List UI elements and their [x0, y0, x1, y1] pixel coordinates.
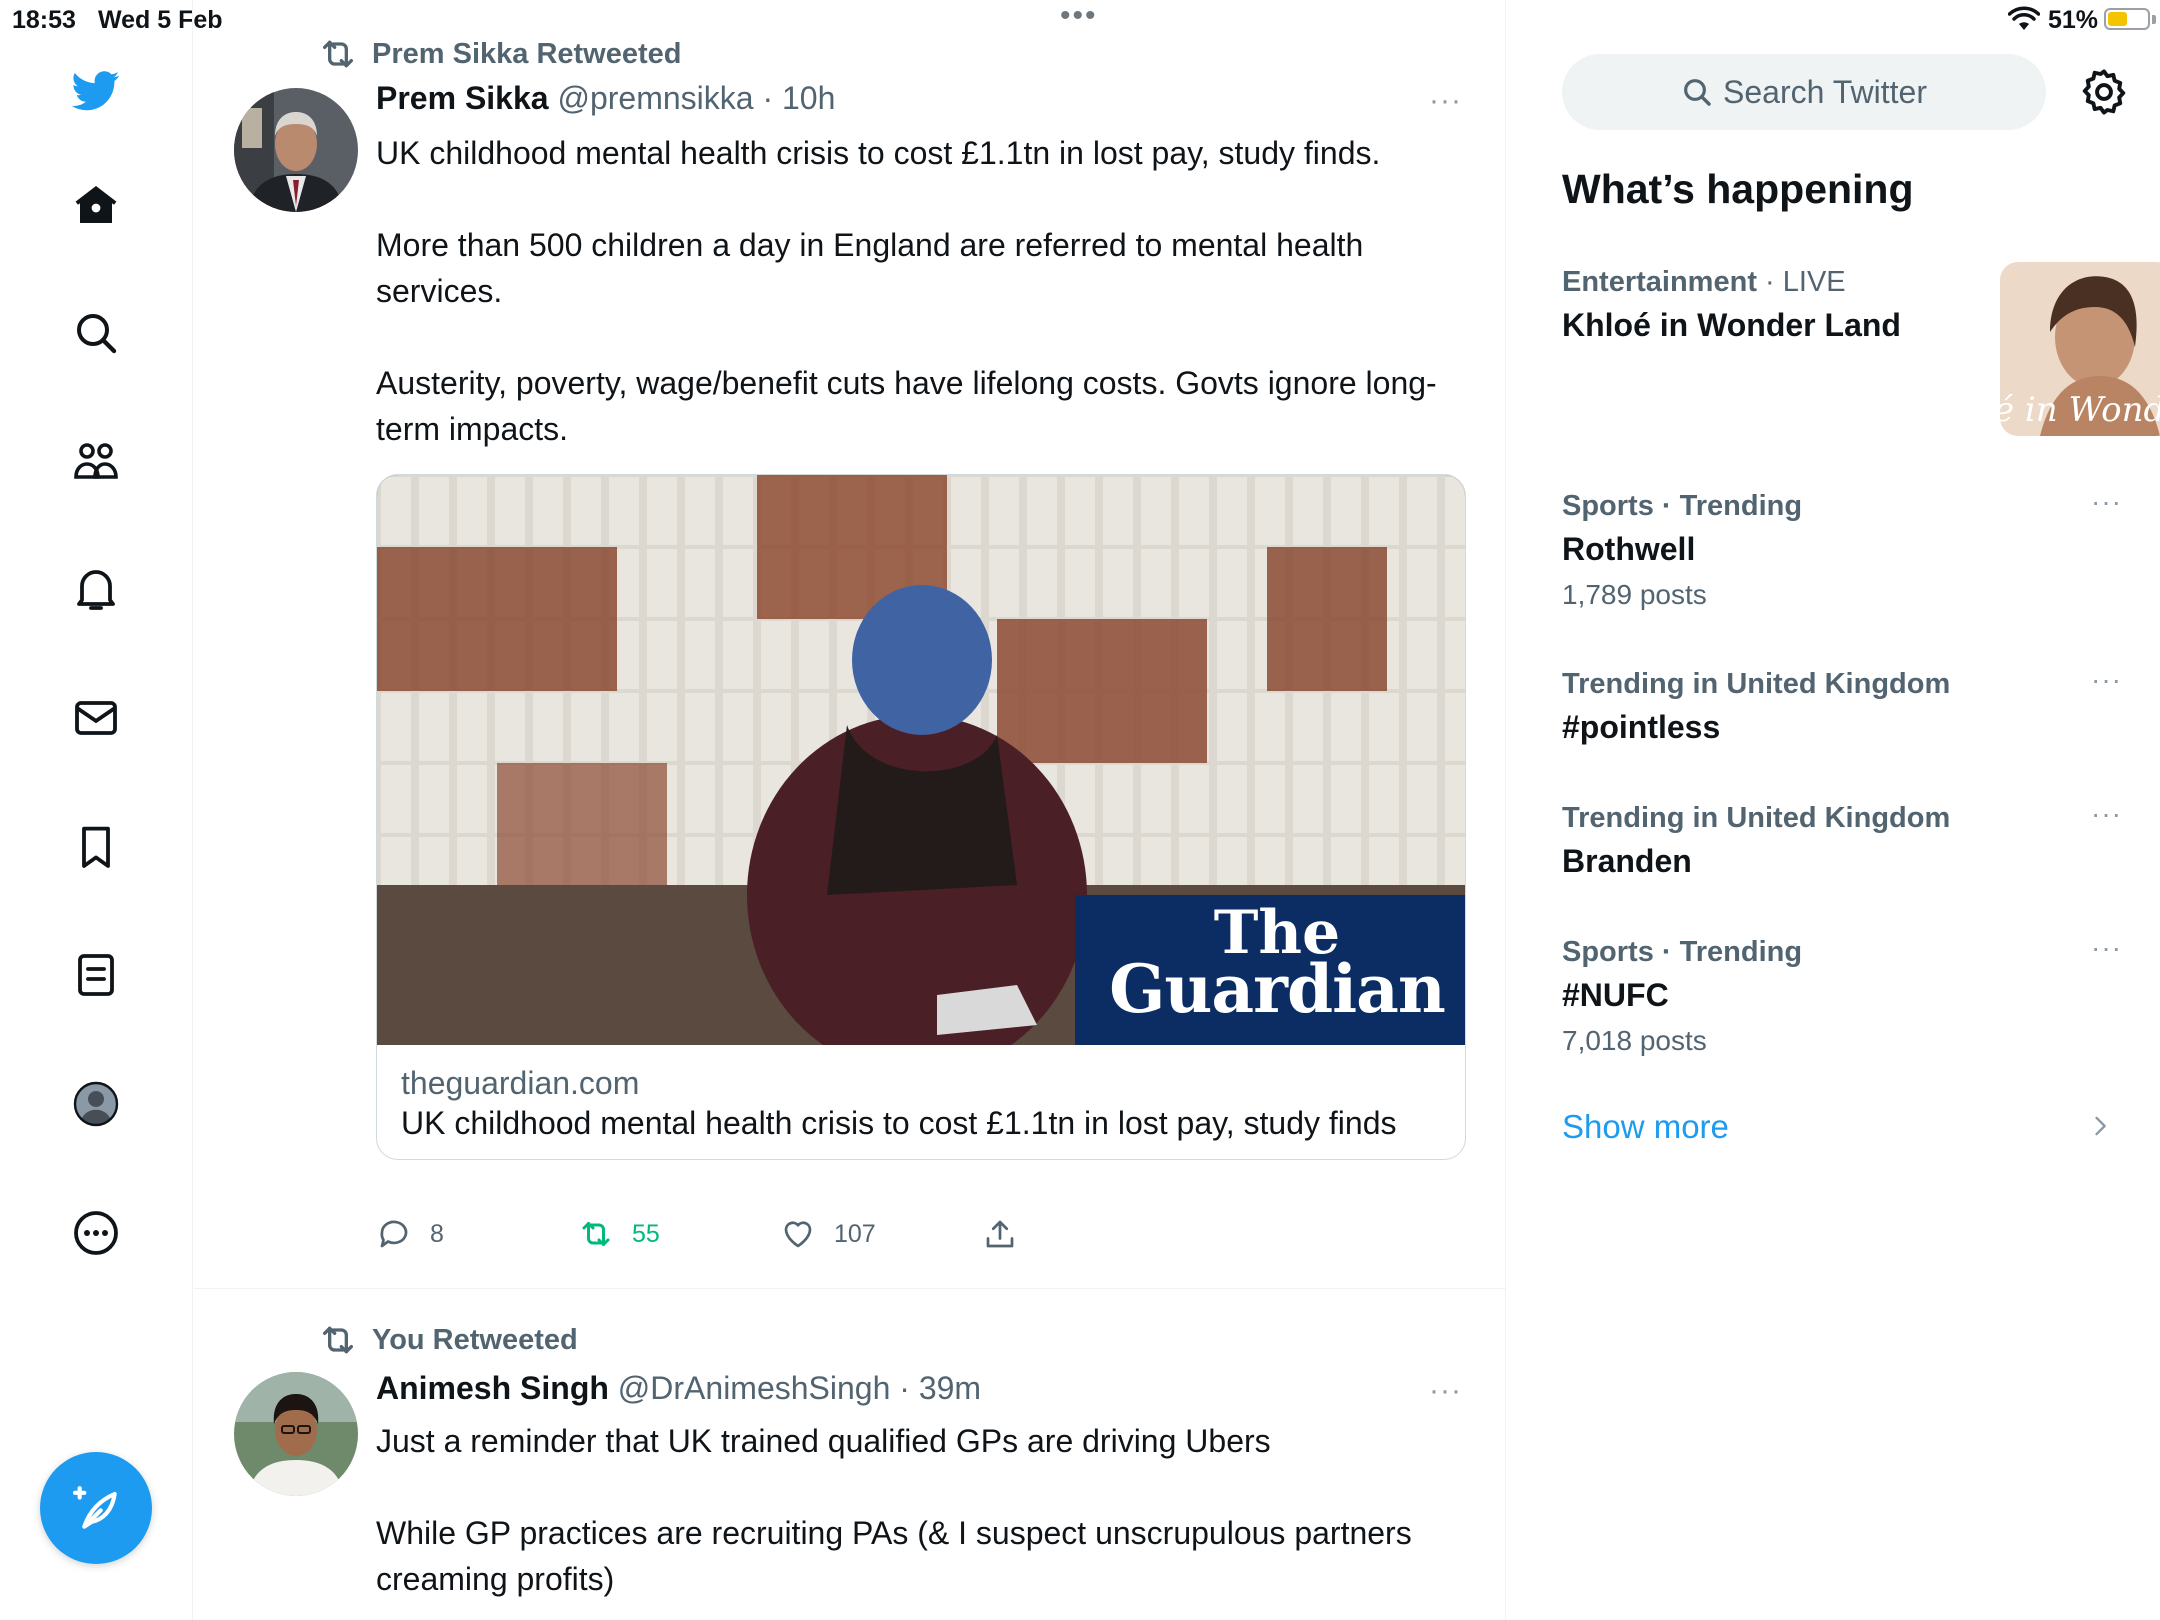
retweet-icon	[323, 1326, 353, 1354]
publisher-logo-line2: Guardian	[1109, 950, 1446, 1028]
messages-icon[interactable]	[66, 688, 126, 748]
trend-name: #pointless	[1562, 709, 1721, 745]
author-name[interactable]: Animesh Singh	[376, 1370, 609, 1406]
trend-category-label: Entertainment	[1562, 266, 1757, 298]
tweet-paragraph: While GP practices are recruiting PAs (&…	[376, 1515, 1412, 1597]
search-placeholder: Search Twitter	[1723, 73, 1927, 110]
chevron-right-icon	[2095, 1116, 2106, 1136]
tweet-actions: 8 55 107	[376, 1216, 1076, 1260]
profile-icon[interactable]	[66, 1074, 126, 1134]
show-more-link[interactable]: Show more	[1562, 1108, 1729, 1146]
communities-icon[interactable]	[66, 431, 126, 491]
trend-name: #NUFC	[1562, 977, 1669, 1013]
tweet-paragraph: Austerity, poverty, wage/benefit cuts ha…	[376, 365, 1437, 447]
more-icon[interactable]	[66, 1203, 126, 1263]
link-card-domain: theguardian.com	[401, 1065, 640, 1101]
trend-category: Trending in United Kingdom	[1562, 668, 1951, 700]
tweet-more-button[interactable]: ···	[1429, 1374, 1462, 1408]
retweet-icon	[323, 40, 353, 68]
trend-item[interactable]: Trending in United Kingdom #pointless ··…	[1562, 664, 2122, 750]
reply-button[interactable]: 8	[376, 1216, 444, 1252]
trend-name: Branden	[1562, 843, 1692, 879]
avatar[interactable]	[234, 1372, 358, 1496]
like-count: 107	[834, 1219, 876, 1248]
link-card-image: The Guardian	[377, 475, 1465, 1045]
compose-tweet-icon	[72, 1486, 117, 1529]
retweet-count: 55	[632, 1219, 660, 1248]
tweet-more-button[interactable]: ···	[1429, 84, 1462, 118]
trend-item[interactable]: Entertainment · LIVE Khloé in Wonder Lan…	[1562, 262, 2160, 442]
trend-more-button[interactable]: ···	[2091, 932, 2122, 964]
search-input[interactable]: Search Twitter	[1562, 54, 2046, 130]
tweet-header: Animesh Singh @DrAnimeshSingh · 39m	[376, 1370, 981, 1407]
tweet-text: Just a reminder that UK trained qualifie…	[376, 1418, 1456, 1620]
tweet-header: Prem Sikka @premnsikka · 10h	[376, 80, 835, 117]
right-sidebar: Search Twitter What’s happening Entertai…	[1506, 0, 2160, 1620]
retweet-button[interactable]: 55	[578, 1216, 660, 1252]
trend-live-label: · LIVE	[1765, 266, 1846, 298]
trend-post-count: 1,789 posts	[1562, 579, 1707, 610]
trend-more-button[interactable]: ···	[2091, 486, 2122, 518]
like-button[interactable]: 107	[780, 1216, 876, 1252]
share-button[interactable]	[982, 1216, 1036, 1252]
trend-category: Sports · Trending	[1562, 936, 1803, 968]
author-handle[interactable]: @DrAnimeshSingh	[618, 1370, 891, 1406]
lists-icon[interactable]	[66, 945, 126, 1005]
publisher-logo: The Guardian	[1097, 903, 1457, 1028]
trend-more-button[interactable]: ···	[2091, 798, 2122, 830]
home-icon[interactable]	[66, 175, 126, 235]
trend-more-button[interactable]: ···	[2091, 664, 2122, 696]
trend-item[interactable]: Sports · Trending Rothwell 1,789 posts ·…	[1562, 486, 2122, 618]
retweet-context-label: Prem Sikka Retweeted	[372, 37, 682, 70]
heart-icon	[784, 1221, 812, 1248]
compose-tweet-button[interactable]	[40, 1452, 152, 1564]
author-name[interactable]: Prem Sikka	[376, 80, 549, 116]
search-icon[interactable]	[66, 303, 126, 363]
gear-icon[interactable]	[2078, 66, 2130, 118]
retweet-context[interactable]: You Retweeted	[318, 1320, 578, 1360]
reply-icon	[380, 1220, 408, 1248]
retweet-icon	[582, 1222, 610, 1246]
twitter-logo-icon[interactable]	[66, 60, 126, 120]
tweet-paragraph: Just a reminder that UK trained qualifie…	[376, 1423, 1271, 1459]
tweet-divider	[194, 1288, 1506, 1289]
tweet-text: UK childhood mental health crisis to cos…	[376, 130, 1456, 498]
tweet-paragraph: UK childhood mental health crisis to cos…	[376, 135, 1381, 171]
trend-post-count: 7,018 posts	[1562, 1025, 1707, 1056]
trend-thumbnail: é in Wonder L	[2000, 262, 2160, 436]
bookmarks-icon[interactable]	[66, 817, 126, 877]
home-timeline: Prem Sikka Retweeted Prem Sikka @premnsi…	[194, 0, 1506, 1620]
link-card-meta: theguardian.com UK childhood mental heal…	[377, 1045, 1465, 1159]
tweet-time[interactable]: · 10h	[762, 80, 835, 116]
retweet-context-label: You Retweeted	[372, 1323, 578, 1356]
author-handle[interactable]: @premnsikka	[557, 80, 753, 116]
trend-category: Sports · Trending	[1562, 490, 1803, 522]
search-icon	[1684, 79, 1711, 106]
trend-name: Rothwell	[1562, 531, 1696, 567]
avatar[interactable]	[234, 88, 358, 212]
share-icon	[986, 1220, 1014, 1248]
left-navigation	[0, 0, 193, 1620]
retweet-context[interactable]: Prem Sikka Retweeted	[318, 34, 681, 74]
trend-item[interactable]: Sports · Trending #NUFC 7,018 posts ···	[1562, 932, 2122, 1064]
trend-item[interactable]: Trending in United Kingdom Branden ···	[1562, 798, 2122, 884]
tweet-time[interactable]: · 39m	[899, 1370, 981, 1406]
tweet-paragraph: More than 500 children a day in England …	[376, 227, 1364, 309]
notifications-icon[interactable]	[66, 560, 126, 620]
link-card-title: UK childhood mental health crisis to cos…	[401, 1105, 1397, 1141]
reply-count: 8	[430, 1219, 444, 1248]
whats-happening-title: What’s happening	[1562, 166, 1914, 212]
trend-thumbnail-caption: é in Wonder L	[2000, 390, 2160, 430]
trend-category: Trending in United Kingdom	[1562, 802, 1951, 834]
link-card[interactable]: The Guardian theguardian.com UK childhoo…	[376, 474, 1466, 1160]
